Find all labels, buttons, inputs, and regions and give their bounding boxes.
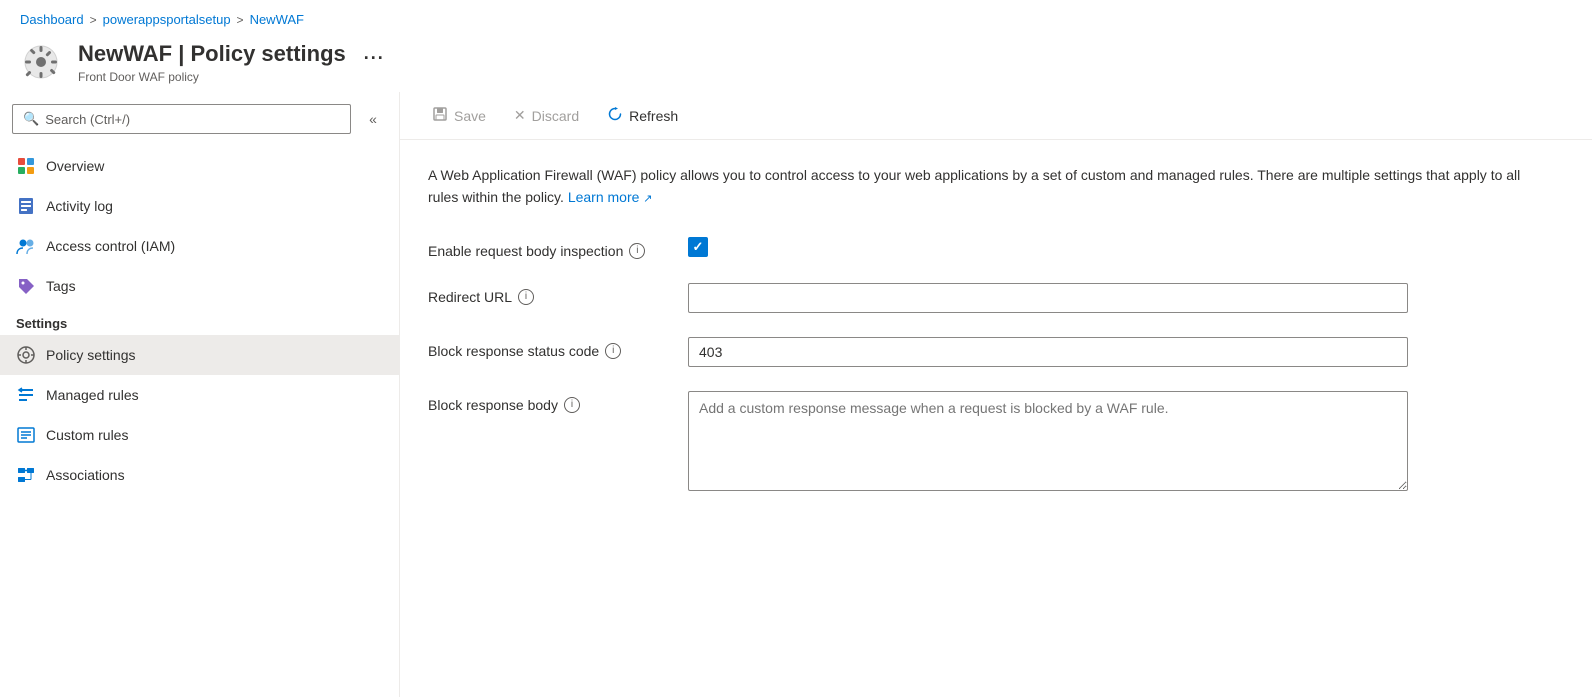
collapse-sidebar-button[interactable]: «	[359, 105, 387, 133]
overview-icon	[16, 156, 36, 176]
refresh-icon	[607, 106, 623, 125]
block-response-body-info-icon[interactable]: i	[564, 397, 580, 413]
redirect-url-label: Redirect URL i	[428, 283, 688, 305]
page-header: NewWAF | Policy settings ... Front Door …	[0, 35, 1592, 92]
sidebar-item-custom-rules[interactable]: Custom rules	[0, 415, 399, 455]
refresh-button[interactable]: Refresh	[595, 100, 690, 131]
redirect-url-info-icon[interactable]: i	[518, 289, 534, 305]
more-options-button[interactable]: ...	[356, 39, 393, 68]
page-container: Dashboard > powerappsportalsetup > NewWA…	[0, 0, 1592, 697]
sidebar-item-tags-label: Tags	[46, 278, 76, 294]
search-placeholder: Search (Ctrl+/)	[45, 112, 130, 127]
breadcrumb: Dashboard > powerappsportalsetup > NewWA…	[0, 0, 1592, 35]
refresh-label: Refresh	[629, 108, 678, 124]
save-icon	[432, 106, 448, 125]
save-button[interactable]: Save	[420, 100, 498, 131]
sidebar-item-activity-log-label: Activity log	[46, 198, 113, 214]
sidebar: 🔍 Search (Ctrl+/) « Overview Activity lo…	[0, 92, 400, 697]
discard-label: Discard	[532, 108, 579, 124]
sidebar-item-managed-rules-label: Managed rules	[46, 387, 139, 403]
block-status-code-control	[688, 337, 1564, 367]
sidebar-item-iam-label: Access control (IAM)	[46, 238, 175, 254]
discard-button[interactable]: ✕ Discard	[502, 101, 591, 130]
block-status-code-input[interactable]	[688, 337, 1408, 367]
breadcrumb-dashboard[interactable]: Dashboard	[20, 12, 84, 27]
block-response-body-textarea[interactable]	[688, 391, 1408, 491]
sidebar-item-associations-label: Associations	[46, 467, 125, 483]
sidebar-item-associations[interactable]: Associations	[0, 455, 399, 495]
search-container: 🔍 Search (Ctrl+/) «	[0, 100, 399, 146]
enable-request-body-control: ✓	[688, 237, 1564, 257]
associations-icon	[16, 465, 36, 485]
form-content: A Web Application Firewall (WAF) policy …	[400, 140, 1592, 697]
sidebar-item-policy-settings[interactable]: Policy settings	[0, 335, 399, 375]
tags-icon	[16, 276, 36, 296]
description-text: A Web Application Firewall (WAF) policy …	[428, 164, 1528, 209]
main-layout: 🔍 Search (Ctrl+/) « Overview Activity lo…	[0, 92, 1592, 697]
breadcrumb-sep-1: >	[90, 13, 97, 27]
redirect-url-row: Redirect URL i	[428, 283, 1564, 313]
redirect-url-input[interactable]	[688, 283, 1408, 313]
custom-rules-icon	[16, 425, 36, 445]
block-status-code-label: Block response status code i	[428, 337, 688, 359]
sidebar-item-tags[interactable]: Tags	[0, 266, 399, 306]
toolbar: Save ✕ Discard Refresh	[400, 92, 1592, 140]
iam-icon	[16, 236, 36, 256]
managed-rules-icon	[16, 385, 36, 405]
discard-icon: ✕	[514, 107, 526, 124]
sidebar-item-activity-log[interactable]: Activity log	[0, 186, 399, 226]
block-response-body-label: Block response body i	[428, 391, 688, 413]
breadcrumb-newwaf[interactable]: NewWAF	[250, 12, 304, 27]
sidebar-item-overview[interactable]: Overview	[0, 146, 399, 186]
learn-more-link[interactable]: Learn more ↗	[568, 189, 653, 205]
enable-request-body-checkbox[interactable]: ✓	[688, 237, 708, 257]
settings-section-header: Settings	[0, 306, 399, 335]
sidebar-item-custom-rules-label: Custom rules	[46, 427, 128, 443]
sidebar-item-iam[interactable]: Access control (IAM)	[0, 226, 399, 266]
block-status-code-info-icon[interactable]: i	[605, 343, 621, 359]
policy-settings-icon	[16, 345, 36, 365]
enable-request-body-label: Enable request body inspection i	[428, 237, 688, 259]
checkbox-check-icon: ✓	[693, 239, 704, 255]
save-label: Save	[454, 108, 486, 124]
enable-request-body-row: Enable request body inspection i ✓	[428, 237, 1564, 259]
content-area: Save ✕ Discard Refresh A Web Appli	[400, 92, 1592, 697]
redirect-url-control	[688, 283, 1564, 313]
block-status-code-row: Block response status code i	[428, 337, 1564, 367]
search-box[interactable]: 🔍 Search (Ctrl+/)	[12, 104, 351, 134]
header-text-block: NewWAF | Policy settings ... Front Door …	[78, 39, 1572, 84]
sidebar-item-managed-rules[interactable]: Managed rules	[0, 375, 399, 415]
page-subtitle: Front Door WAF policy	[78, 70, 1572, 84]
breadcrumb-sep-2: >	[237, 13, 244, 27]
sidebar-item-overview-label: Overview	[46, 158, 104, 174]
block-response-body-control	[688, 391, 1564, 494]
search-icon: 🔍	[23, 111, 39, 127]
page-title: NewWAF | Policy settings ...	[78, 39, 1572, 68]
enable-request-body-info-icon[interactable]: i	[629, 243, 645, 259]
activity-log-icon	[16, 196, 36, 216]
block-response-body-row: Block response body i	[428, 391, 1564, 494]
resource-icon	[20, 41, 62, 83]
breadcrumb-portalsetup[interactable]: powerappsportalsetup	[103, 12, 231, 27]
external-link-icon: ↗	[643, 193, 652, 205]
sidebar-item-policy-settings-label: Policy settings	[46, 347, 135, 363]
